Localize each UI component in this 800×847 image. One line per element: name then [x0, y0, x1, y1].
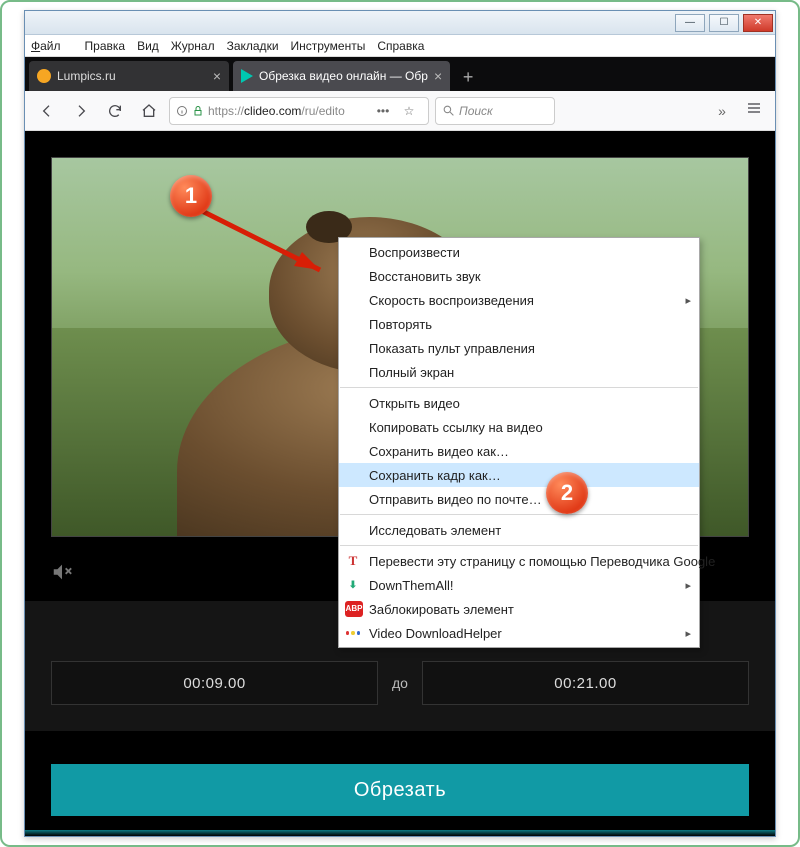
context-menu-item[interactable]: Показать пульт управления [339, 336, 699, 360]
context-menu-label: Повторять [369, 317, 432, 332]
context-menu-separator [340, 387, 698, 388]
context-menu-item[interactable]: Сохранить видео как… [339, 439, 699, 463]
context-menu-item[interactable]: Полный экран [339, 360, 699, 384]
t-icon: T [345, 553, 361, 569]
address-bar[interactable]: https://clideo.com/ru/edito ••• ☆ [169, 97, 429, 125]
tab-clideo[interactable]: Обрезка видео онлайн — Обр × [233, 61, 450, 91]
annotation-badge-2: 2 [546, 472, 588, 514]
tab-close-icon[interactable]: × [434, 68, 442, 84]
menu-file[interactable]: Файл [31, 39, 73, 53]
menu-bar: Файл Правка Вид Журнал Закладки Инструме… [25, 35, 775, 57]
menu-edit[interactable]: Правка [85, 39, 126, 53]
context-menu-label: Video DownloadHelper [369, 626, 502, 641]
menu-history[interactable]: Журнал [171, 39, 215, 53]
context-menu-label: Заблокировать элемент [369, 602, 514, 617]
context-menu-item[interactable]: Сохранить кадр как… [339, 463, 699, 487]
context-menu-item[interactable]: Отправить видео по почте… [339, 487, 699, 511]
context-menu-label: Копировать ссылку на видео [369, 420, 543, 435]
overflow-chevron-icon[interactable]: » [709, 103, 735, 119]
context-menu-label: Сохранить видео как… [369, 444, 509, 459]
lock-icon [192, 105, 204, 117]
context-menu-item[interactable]: ⬇ DownThemAll! [339, 573, 699, 597]
tab-title: Lumpics.ru [57, 69, 207, 83]
context-menu-label: Исследовать элемент [369, 523, 501, 538]
context-menu-label: DownThemAll! [369, 578, 454, 593]
favicon-icon [37, 69, 51, 83]
abp-icon: ABP [345, 601, 363, 617]
context-menu-label: Открыть видео [369, 396, 460, 411]
context-menu-item[interactable]: Восстановить звук [339, 264, 699, 288]
info-icon [176, 105, 188, 117]
trim-end-input[interactable]: 00:21.00 [422, 661, 749, 705]
trim-start-input[interactable]: 00:09.00 [51, 661, 378, 705]
url-text: https://clideo.com/ru/edito [208, 104, 345, 118]
search-icon [442, 104, 455, 117]
context-menu-separator [340, 514, 698, 515]
context-menu-item[interactable]: Video DownloadHelper [339, 621, 699, 645]
menu-view[interactable]: Вид [137, 39, 159, 53]
context-menu-label: Перевести эту страницу с помощью Перевод… [369, 554, 715, 569]
window-titlebar: — ☐ ✕ [25, 11, 775, 35]
nav-toolbar: https://clideo.com/ru/edito ••• ☆ Поиск … [25, 91, 775, 131]
context-menu-item[interactable]: Исследовать элемент [339, 518, 699, 542]
context-menu-separator [340, 545, 698, 546]
context-menu-label: Показать пульт управления [369, 341, 535, 356]
dta-icon: ⬇ [345, 577, 361, 593]
context-menu-label: Скорость воспроизведения [369, 293, 534, 308]
mute-icon[interactable] [51, 561, 73, 588]
cut-button[interactable]: Обрезать [51, 764, 749, 816]
back-button[interactable] [33, 97, 61, 125]
annotation-badge-1: 1 [170, 175, 212, 217]
tab-title: Обрезка видео онлайн — Обр [259, 69, 428, 83]
context-menu-item[interactable]: Воспроизвести [339, 240, 699, 264]
search-box[interactable]: Поиск [435, 97, 555, 125]
context-menu-item[interactable]: Открыть видео [339, 391, 699, 415]
context-menu-item[interactable]: Скорость воспроизведения [339, 288, 699, 312]
menu-bookmarks[interactable]: Закладки [227, 39, 279, 53]
window-minimize-button[interactable]: — [675, 14, 705, 32]
window-close-button[interactable]: ✕ [743, 14, 773, 32]
menu-tools[interactable]: Инструменты [291, 39, 366, 53]
context-menu-item[interactable]: TПеревести эту страницу с помощью Перево… [339, 549, 699, 573]
bookmark-star-icon[interactable]: ☆ [396, 104, 422, 118]
context-menu-label: Восстановить звук [369, 269, 481, 284]
tab-close-icon[interactable]: × [213, 68, 221, 84]
context-menu-item[interactable]: ABP Заблокировать элемент [339, 597, 699, 621]
hamburger-menu-button[interactable] [741, 100, 767, 121]
annotation-arrow [190, 200, 350, 290]
home-button[interactable] [135, 97, 163, 125]
menu-help[interactable]: Справка [377, 39, 424, 53]
vdh-icon [345, 625, 361, 641]
context-menu-label: Воспроизвести [369, 245, 460, 260]
page-actions-icon[interactable]: ••• [370, 104, 396, 118]
context-menu-item[interactable]: Копировать ссылку на видео [339, 415, 699, 439]
search-placeholder: Поиск [459, 104, 493, 118]
context-menu-label: Сохранить кадр как… [369, 468, 501, 483]
reload-button[interactable] [101, 97, 129, 125]
trim-separator-label: до [392, 675, 408, 691]
context-menu-item[interactable]: Повторять [339, 312, 699, 336]
context-menu-label: Отправить видео по почте… [369, 492, 542, 507]
tab-lumpics[interactable]: Lumpics.ru × [29, 61, 229, 91]
tab-strip: Lumpics.ru × Обрезка видео онлайн — Обр … [25, 57, 775, 91]
window-maximize-button[interactable]: ☐ [709, 14, 739, 32]
new-tab-button[interactable]: + [454, 63, 482, 91]
favicon-icon [241, 69, 253, 83]
forward-button[interactable] [67, 97, 95, 125]
video-context-menu: Воспроизвести Восстановить звук Скорость в… [338, 237, 700, 648]
context-menu-label: Полный экран [369, 365, 454, 380]
